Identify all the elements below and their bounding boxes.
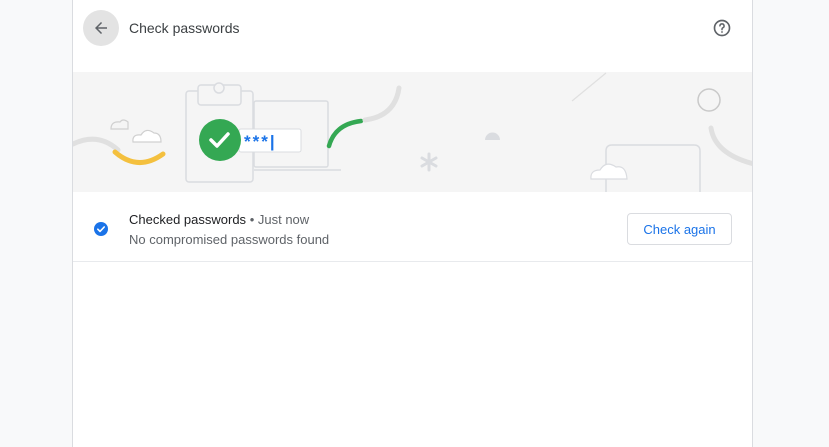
decor-arc-left [73, 136, 121, 153]
masked-password-text: ***| [244, 132, 277, 151]
decor-arc-yellow [112, 149, 166, 165]
check-circle-icon [94, 222, 108, 236]
status-detail: No compromised passwords found [129, 232, 330, 247]
status-separator: • [249, 212, 255, 227]
back-button[interactable] [83, 10, 119, 46]
status-summary: Checked passwords • Just now [129, 212, 309, 228]
password-check-status: Checked passwords • Just now No compromi… [73, 192, 752, 262]
clipboard-ring [213, 82, 225, 94]
arrow-back-icon [95, 22, 107, 34]
decor-arc-green [326, 118, 364, 149]
status-label: Checked passwords [129, 212, 247, 227]
decor-arc-right [708, 125, 752, 167]
decor-arc-grey [362, 85, 402, 123]
dome-shape [485, 132, 500, 140]
cloud-medium [132, 129, 162, 143]
green-check-badge [199, 119, 241, 161]
help-button[interactable] [708, 14, 736, 42]
illustration-graphic: ***| [73, 72, 752, 192]
diagonal-line [571, 72, 607, 102]
asterisk-shape [420, 152, 438, 172]
page-title: Check passwords [129, 20, 240, 36]
page-header: Check passwords [73, 0, 752, 72]
circle-outline [697, 88, 721, 112]
help-circle-icon [713, 19, 731, 37]
check-again-button[interactable]: Check again [627, 213, 732, 245]
password-check-card: Check passwords ***| Checked passwords •… [72, 0, 753, 447]
cloud-small [110, 119, 129, 130]
password-check-illustration: ***| [73, 72, 752, 192]
status-timestamp: Just now [257, 212, 310, 227]
